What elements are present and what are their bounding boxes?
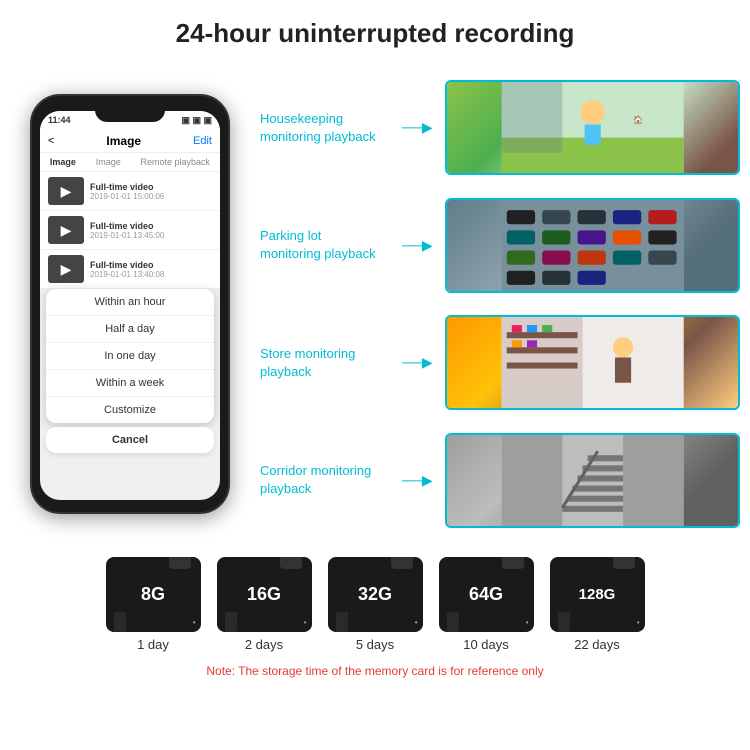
- monitoring-item-4: Corridor monitoringplayback ──▶: [260, 430, 740, 530]
- page-title: 24-hour uninterrupted recording: [20, 18, 730, 49]
- sd-card-label-3: 32G: [358, 584, 392, 605]
- header-section: 24-hour uninterrupted recording: [0, 0, 750, 59]
- video-thumb-2: ▶: [48, 216, 84, 244]
- video-info-3: Full-time video 2019-01-01 13:40:08: [90, 260, 164, 279]
- sd-card-64g: 64G •: [439, 557, 534, 632]
- monitoring-text-3: Store monitoringplayback: [260, 346, 355, 379]
- monitoring-scene-parking: [447, 200, 738, 291]
- storage-days-5: 22 days: [574, 637, 620, 652]
- phone-screen: 11:44 ▣ ▣ ▣ < Image Edit Image Image Rem…: [40, 111, 220, 500]
- menu-item-2[interactable]: Half a day: [46, 316, 214, 343]
- sd-dots-2: •: [304, 618, 307, 627]
- sd-card-notch-4: [447, 612, 459, 632]
- phone-time: 11:44: [48, 115, 71, 126]
- monitoring-img-3: [445, 315, 740, 410]
- tab-remote[interactable]: Remote playback: [141, 157, 211, 167]
- monitoring-scene-corridor: [447, 435, 738, 526]
- storage-card-64g: 64G • 10 days: [439, 557, 534, 652]
- video-item-3: ▶ Full-time video 2019-01-01 13:40:08: [40, 250, 220, 289]
- cancel-button[interactable]: Cancel: [46, 427, 214, 453]
- monitoring-scene-store: [447, 317, 738, 408]
- sd-dots-1: •: [193, 618, 196, 627]
- video-info-2: Full-time video 2019-01-01 13:45:00: [90, 221, 164, 240]
- video-title-3: Full-time video: [90, 260, 164, 270]
- phone-back-button[interactable]: <: [48, 135, 54, 147]
- connector-1: ──▶: [402, 119, 433, 136]
- storage-card-128g: 128G • 22 days: [550, 557, 645, 652]
- video-date-3: 2019-01-01 13:40:08: [90, 270, 164, 279]
- monitoring-img-4: [445, 433, 740, 528]
- phone-nav-title: Image: [106, 134, 141, 148]
- connector-4: ──▶: [402, 472, 433, 489]
- menu-item-4[interactable]: Within a week: [46, 370, 214, 397]
- monitoring-scene-child: 🏠: [447, 82, 738, 173]
- storage-section: 8G • 1 day 16G • 2 days 32G • 5 days: [0, 549, 750, 683]
- video-item-1: ▶ Full-time video 2019-01-01 15:00:06: [40, 172, 220, 211]
- monitoring-item-2: Parking lotmonitoring playback ──▶: [260, 195, 740, 295]
- connector-2: ──▶: [402, 237, 433, 254]
- main-content: 11:44 ▣ ▣ ▣ < Image Edit Image Image Rem…: [0, 59, 750, 549]
- monitoring-item-3: Store monitoringplayback ──▶: [260, 313, 740, 413]
- phone-section: 11:44 ▣ ▣ ▣ < Image Edit Image Image Rem…: [10, 59, 250, 549]
- sd-card-label-4: 64G: [469, 584, 503, 605]
- sd-dots-3: •: [415, 618, 418, 627]
- monitoring-label-4: Corridor monitoringplayback: [260, 462, 390, 498]
- monitoring-label-1: Housekeepingmonitoring playback: [260, 110, 390, 146]
- storage-cards: 8G • 1 day 16G • 2 days 32G • 5 days: [106, 557, 645, 652]
- sd-card-128g: 128G •: [550, 557, 645, 632]
- menu-item-3[interactable]: In one day: [46, 343, 214, 370]
- phone-nav-bar: < Image Edit: [40, 130, 220, 153]
- phone-notch: [95, 104, 165, 122]
- video-date-1: 2019-01-01 15:00:06: [90, 192, 164, 201]
- connector-3: ──▶: [402, 354, 433, 371]
- phone-mockup: 11:44 ▣ ▣ ▣ < Image Edit Image Image Rem…: [30, 94, 230, 514]
- phone-edit-button[interactable]: Edit: [193, 135, 212, 147]
- sd-card-notch-3: [336, 612, 348, 632]
- video-thumb-3: ▶: [48, 255, 84, 283]
- storage-card-32g: 32G • 5 days: [328, 557, 423, 652]
- video-date-2: 2019-01-01 13:45:00: [90, 231, 164, 240]
- monitoring-label-3: Store monitoringplayback: [260, 345, 390, 381]
- video-title-1: Full-time video: [90, 182, 164, 192]
- phone-tab-bar: Image Image Remote playback: [40, 153, 220, 172]
- sd-card-16g: 16G •: [217, 557, 312, 632]
- monitoring-item-1: Housekeepingmonitoring playback ──▶ 🏠: [260, 78, 740, 178]
- sd-card-notch-1: [114, 612, 126, 632]
- tab-image2[interactable]: Image: [96, 157, 121, 167]
- sd-dots-5: •: [637, 618, 640, 627]
- monitoring-section: Housekeepingmonitoring playback ──▶ 🏠: [260, 59, 740, 549]
- monitoring-label-2: Parking lotmonitoring playback: [260, 227, 390, 263]
- storage-days-1: 1 day: [137, 637, 169, 652]
- svg-text:🏠: 🏠: [633, 115, 643, 125]
- monitoring-img-1: 🏠: [445, 80, 740, 175]
- storage-days-4: 10 days: [463, 637, 509, 652]
- phone-icons: ▣ ▣ ▣: [181, 115, 212, 126]
- storage-days-3: 5 days: [356, 637, 394, 652]
- sd-card-label-1: 8G: [141, 584, 165, 605]
- monitoring-text-4: Corridor monitoringplayback: [260, 463, 371, 496]
- video-thumb-1: ▶: [48, 177, 84, 205]
- sd-card-8g: 8G •: [106, 557, 201, 632]
- video-list: ▶ Full-time video 2019-01-01 15:00:06 ▶ …: [40, 172, 220, 289]
- sd-card-label-2: 16G: [247, 584, 281, 605]
- tab-image[interactable]: Image: [50, 157, 76, 167]
- popup-menu: Within an hour Half a day In one day Wit…: [46, 289, 214, 423]
- sd-card-label-5: 128G: [579, 586, 616, 603]
- video-info-1: Full-time video 2019-01-01 15:00:06: [90, 182, 164, 201]
- menu-item-1[interactable]: Within an hour: [46, 289, 214, 316]
- storage-days-2: 2 days: [245, 637, 283, 652]
- storage-card-8g: 8G • 1 day: [106, 557, 201, 652]
- sd-dots-4: •: [526, 618, 529, 627]
- sd-card-notch-2: [225, 612, 237, 632]
- sd-card-notch-5: [558, 612, 570, 632]
- menu-item-5[interactable]: Customize: [46, 397, 214, 423]
- sd-card-32g: 32G •: [328, 557, 423, 632]
- monitoring-text-1: Housekeepingmonitoring playback: [260, 111, 376, 144]
- monitoring-text-2: Parking lotmonitoring playback: [260, 228, 376, 261]
- video-title-2: Full-time video: [90, 221, 164, 231]
- storage-card-16g: 16G • 2 days: [217, 557, 312, 652]
- monitoring-img-2: [445, 198, 740, 293]
- storage-note: Note: The storage time of the memory car…: [206, 664, 543, 678]
- video-item-2: ▶ Full-time video 2019-01-01 13:45:00: [40, 211, 220, 250]
